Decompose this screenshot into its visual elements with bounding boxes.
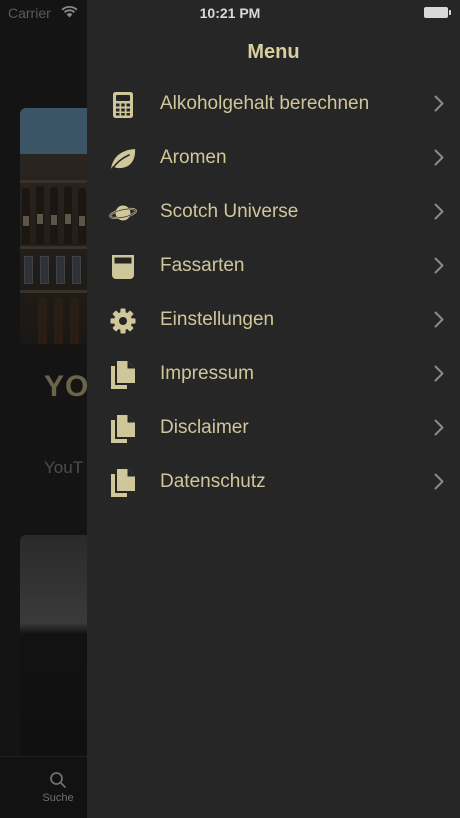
- menu-item-label: Scotch Universe: [160, 201, 299, 222]
- menu-item-disclaimer[interactable]: Disclaimer: [87, 401, 460, 455]
- menu-item-label: Alkoholgehalt berechnen: [160, 93, 370, 114]
- video-subtitle-fragment: YouT: [44, 458, 84, 477]
- documents-icon: [109, 415, 137, 443]
- documents-icon: [109, 469, 137, 497]
- menu-item-label: Impressum: [160, 363, 254, 384]
- tab-search[interactable]: Suche: [30, 771, 86, 804]
- battery-icon: [424, 7, 451, 18]
- side-menu-drawer: Menu Alkoholgehalt berechnen Aromen Scot…: [87, 0, 460, 818]
- menu-item-impressum[interactable]: Impressum: [87, 347, 460, 401]
- search-icon: [50, 772, 66, 788]
- menu-item-datenschutz[interactable]: Datenschutz: [87, 455, 460, 509]
- menu-item-einstellungen[interactable]: Einstellungen: [87, 293, 460, 347]
- chevron-right-icon: [434, 257, 444, 274]
- leaf-icon: [109, 145, 137, 173]
- chevron-right-icon: [434, 473, 444, 490]
- menu-item-label: Einstellungen: [160, 309, 275, 330]
- calculator-icon: [109, 91, 137, 119]
- status-bar: Carrier 10:21 PM: [0, 0, 460, 26]
- video-title-fragment: YO: [44, 370, 90, 403]
- tab-search-label: Suche: [42, 792, 74, 804]
- menu-item-fassarten[interactable]: Fassarten: [87, 239, 460, 293]
- menu-item-aromen[interactable]: Aromen: [87, 131, 460, 185]
- menu-list: Alkoholgehalt berechnen Aromen Scotch Un…: [87, 77, 460, 509]
- clock: 10:21 PM: [199, 5, 261, 21]
- menu-item-label: Fassarten: [160, 255, 245, 276]
- chevron-right-icon: [434, 419, 444, 436]
- planet-icon: [109, 199, 137, 227]
- chevron-right-icon: [434, 203, 444, 220]
- menu-item-label: Disclaimer: [160, 417, 249, 438]
- menu-item-alkoholgehalt[interactable]: Alkoholgehalt berechnen: [87, 77, 460, 131]
- documents-icon: [109, 361, 137, 389]
- barrel-glass-icon: [109, 253, 137, 281]
- menu-item-label: Datenschutz: [160, 471, 266, 492]
- menu-item-scotch-universe[interactable]: Scotch Universe: [87, 185, 460, 239]
- chevron-right-icon: [434, 149, 444, 166]
- chevron-right-icon: [434, 95, 444, 112]
- menu-title: Menu: [247, 41, 300, 63]
- chevron-right-icon: [434, 365, 444, 382]
- menu-item-label: Aromen: [160, 147, 227, 168]
- gear-icon: [109, 307, 137, 335]
- chevron-right-icon: [434, 311, 444, 328]
